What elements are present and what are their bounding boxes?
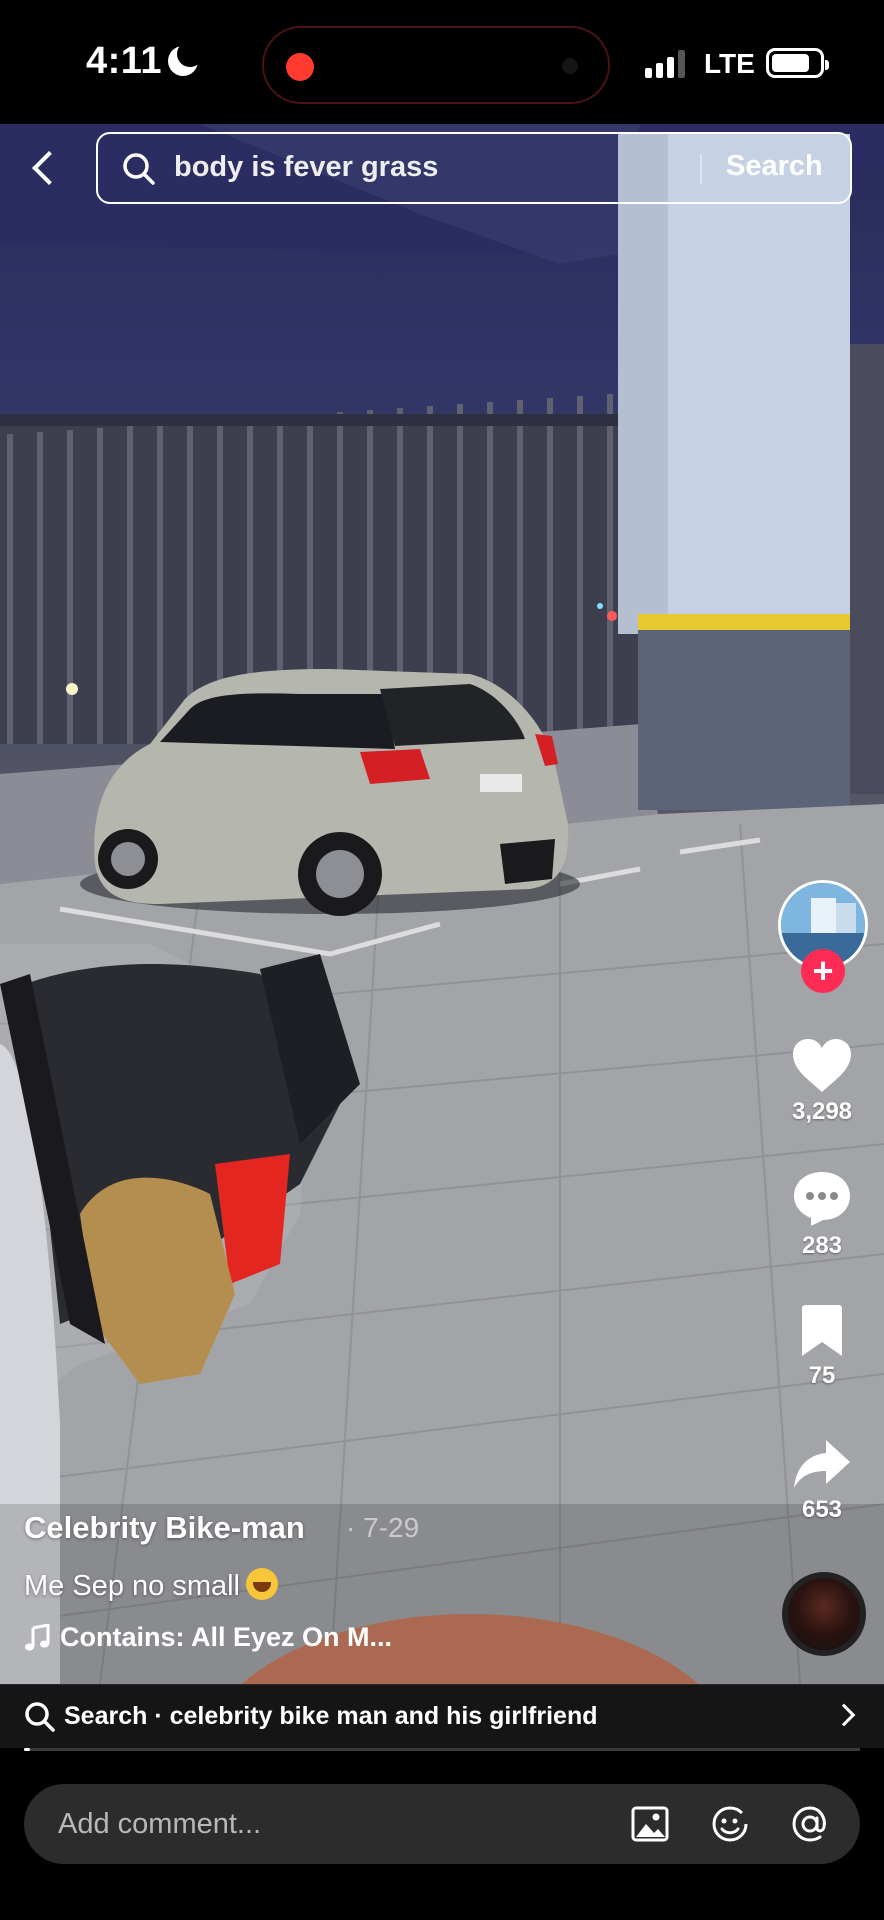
battery-icon [766, 48, 829, 78]
music-info[interactable]: Contains: All Eyez On M... [24, 1622, 392, 1653]
search-icon [123, 153, 155, 185]
video-frame [0, 124, 884, 1684]
heart-icon [793, 1039, 851, 1092]
post-caption: Me Sep no small [24, 1568, 278, 1603]
bookmark-icon [802, 1305, 842, 1356]
like-button[interactable]: 3,298 [772, 1038, 872, 1126]
share-icon [794, 1440, 850, 1488]
moon-icon [168, 41, 203, 76]
record-indicator-icon [286, 53, 314, 81]
share-button[interactable]: 653 [772, 1438, 872, 1524]
comment-button[interactable]: 283 [772, 1170, 872, 1260]
suggestion-text: Search · celebrity bike man and his girl… [64, 1702, 598, 1730]
author-name[interactable]: Celebrity Bike-man [24, 1510, 305, 1546]
save-count: 75 [808, 1362, 836, 1389]
search-bar[interactable]: body is fever grass Search [96, 132, 852, 204]
save-button[interactable]: 75 [772, 1304, 872, 1390]
camera-icon [562, 58, 578, 74]
search-button[interactable]: Search [726, 150, 823, 183]
like-count: 3,298 [791, 1098, 853, 1125]
video-progress-fill [24, 1748, 30, 1751]
image-icon[interactable] [630, 1804, 670, 1844]
mention-icon[interactable] [790, 1804, 830, 1844]
sound-disc[interactable] [782, 1572, 866, 1656]
music-note-icon [25, 1623, 50, 1650]
plus-icon: + [812, 950, 834, 991]
signal-icon [645, 50, 685, 78]
video-progress-bar[interactable] [24, 1748, 860, 1751]
emoji-icon[interactable] [710, 1804, 750, 1844]
music-title: Contains: All Eyez On M... [60, 1622, 393, 1652]
status-time: 4:11 [86, 40, 162, 82]
comment-count: 283 [801, 1232, 843, 1259]
video-player[interactable] [0, 124, 884, 1684]
comment-input-bar[interactable]: Add comment... [24, 1784, 860, 1864]
chevron-right-icon [832, 1703, 856, 1727]
follow-button[interactable]: + [801, 949, 845, 993]
dynamic-island [262, 26, 610, 104]
status-bar: 4:11 LTE [0, 0, 884, 124]
share-count: 653 [801, 1496, 843, 1523]
post-date: · 7-29 [346, 1512, 420, 1543]
caption-text: Me Sep no small [24, 1570, 240, 1602]
back-button[interactable] [22, 140, 68, 196]
search-divider [700, 154, 702, 184]
search-icon [25, 1702, 55, 1732]
search-suggestion-bar[interactable]: Search · celebrity bike man and his girl… [0, 1684, 884, 1748]
comment-icon [794, 1172, 850, 1226]
laughing-emoji-icon [246, 1568, 278, 1600]
comment-input[interactable]: Add comment... [58, 1808, 261, 1841]
network-label: LTE [704, 48, 755, 79]
search-query[interactable]: body is fever grass [174, 151, 438, 184]
